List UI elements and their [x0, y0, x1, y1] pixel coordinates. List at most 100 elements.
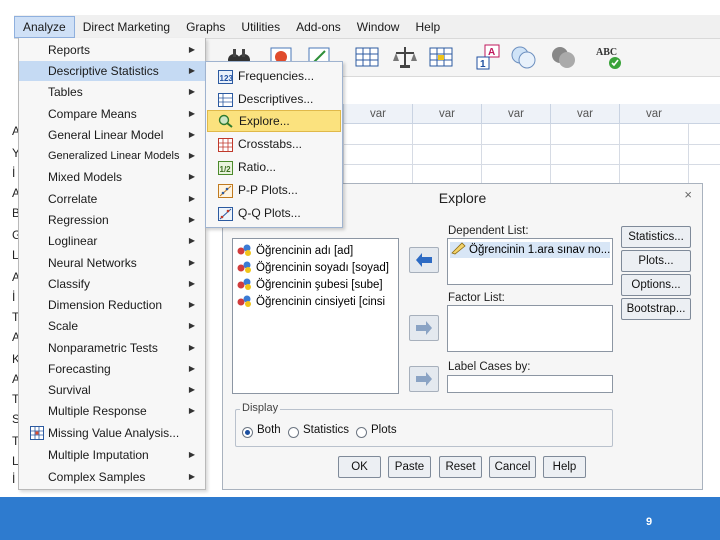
radio-plots-label: Plots: [371, 424, 397, 436]
menu-item-general-linear-model[interactable]: General Linear Model ▶: [19, 125, 205, 145]
menu-item-mixed-models[interactable]: Mixed Models ▶: [19, 167, 205, 187]
menu-item-correlate[interactable]: Correlate ▶: [19, 189, 205, 209]
radio-plots[interactable]: [356, 427, 367, 438]
select-cases-icon[interactable]: [427, 43, 455, 71]
menu-utilities[interactable]: Utilities: [233, 16, 288, 38]
factor-list-box[interactable]: [447, 305, 613, 352]
submenu-item-frequencies[interactable]: 123 Frequencies...: [207, 65, 341, 87]
variable-item[interactable]: Öğrencinin cinsiyeti [cinsi: [237, 294, 385, 310]
menu-help[interactable]: Help: [407, 16, 448, 38]
menu-item-multiple-response[interactable]: Multiple Response ▶: [19, 401, 205, 421]
submenu-arrow-icon: ▶: [188, 321, 195, 330]
menu-item-loglinear[interactable]: Loglinear ▶: [19, 231, 205, 251]
submenu-item-pp-plots[interactable]: P-P Plots...: [207, 179, 341, 201]
submenu-item-qq-plots[interactable]: Q-Q Plots...: [207, 202, 341, 224]
column-var[interactable]: var: [481, 104, 550, 124]
paste-button[interactable]: Paste: [388, 456, 431, 478]
submenu-item-label: Ratio...: [238, 160, 277, 174]
spell-check-icon[interactable]: ABC: [595, 43, 623, 71]
move-to-factor-button[interactable]: [409, 315, 439, 341]
nominal-variable-icon: [237, 277, 253, 290]
menu-item-classify[interactable]: Classify ▶: [19, 274, 205, 294]
menu-window[interactable]: Window: [349, 16, 408, 38]
menu-item-survival[interactable]: Survival ▶: [19, 380, 205, 400]
menu-item-label: Multiple Imputation: [48, 448, 149, 462]
menu-add-ons[interactable]: Add-ons: [288, 16, 349, 38]
menu-item-regression[interactable]: Regression ▶: [19, 210, 205, 230]
column-var[interactable]: var: [619, 104, 688, 124]
menu-item-dimension-reduction[interactable]: Dimension Reduction ▶: [19, 295, 205, 315]
menu-item-label: Multiple Response: [48, 404, 147, 418]
display-group: Display Both Statistics Plots: [235, 402, 613, 447]
menu-item-reports[interactable]: Reports ▶: [19, 40, 205, 60]
menu-item-label: Dimension Reduction: [48, 298, 163, 312]
split-file-icon[interactable]: [353, 43, 381, 71]
menu-graphs[interactable]: Graphs: [178, 16, 233, 38]
move-to-label-cases-button[interactable]: [409, 366, 439, 392]
variable-item[interactable]: Öğrencinin adı [ad]: [237, 243, 353, 259]
cancel-button[interactable]: Cancel: [489, 456, 536, 478]
dependent-item[interactable]: Öğrencinin 1.ara sınav no...: [450, 242, 610, 258]
submenu-item-crosstabs[interactable]: Crosstabs...: [207, 133, 341, 155]
plots-button[interactable]: Plots...: [621, 250, 691, 272]
submenu-arrow-icon: ▶: [188, 45, 195, 54]
submenu-arrow-icon: ▶: [188, 87, 195, 96]
reset-button[interactable]: Reset: [439, 456, 482, 478]
variable-item[interactable]: Öğrencinin soyadı [soyad]: [237, 260, 389, 276]
close-icon[interactable]: ×: [684, 187, 692, 202]
missing-value-icon: [30, 426, 44, 440]
ratio-icon: 1/2: [218, 160, 233, 175]
dependent-list-box[interactable]: Öğrencinin 1.ara sınav no...: [447, 238, 613, 285]
move-to-dependent-button[interactable]: [409, 247, 439, 273]
menu-direct-marketing[interactable]: Direct Marketing: [75, 16, 178, 38]
submenu-item-explore[interactable]: Explore...: [207, 110, 341, 132]
use-variable-sets-icon[interactable]: [509, 43, 537, 71]
menu-item-label: Neural Networks: [48, 256, 137, 270]
radio-statistics[interactable]: [288, 427, 299, 438]
submenu-item-descriptives[interactable]: Descriptives...: [207, 88, 341, 110]
help-button[interactable]: Help: [543, 456, 586, 478]
menu-item-label: Generalized Linear Models: [48, 150, 180, 162]
submenu-arrow-icon: ▶: [188, 300, 195, 309]
submenu-item-label: Crosstabs...: [238, 137, 303, 151]
menu-item-label: Complex Samples: [48, 470, 146, 484]
statistics-button[interactable]: Statistics...: [621, 226, 691, 248]
menu-item-generalized-linear-models[interactable]: Generalized Linear Models ▶: [19, 146, 205, 166]
svg-text:ABC: ABC: [596, 47, 617, 58]
ok-button[interactable]: OK: [338, 456, 381, 478]
column-var[interactable]: var: [343, 104, 412, 124]
menu-item-missing-value-analysis[interactable]: Missing Value Analysis...: [19, 423, 205, 443]
bootstrap-button[interactable]: Bootstrap...: [621, 298, 691, 320]
label-cases-box[interactable]: [447, 375, 613, 393]
dependent-item-label: Öğrencinin 1.ara sınav no...: [469, 244, 610, 256]
grid-divider: [481, 124, 482, 184]
weight-cases-icon[interactable]: [391, 43, 419, 71]
submenu-item-ratio[interactable]: 1/2 Ratio...: [207, 156, 341, 178]
menu-item-nonparametric-tests[interactable]: Nonparametric Tests ▶: [19, 338, 205, 358]
variable-item[interactable]: Öğrencinin şubesi [sube]: [237, 277, 383, 293]
radio-both-label: Both: [257, 424, 281, 436]
menu-item-multiple-imputation[interactable]: Multiple Imputation ▶: [19, 445, 205, 465]
submenu-arrow-icon: ▶: [188, 130, 195, 139]
column-var[interactable]: var: [550, 104, 619, 124]
label-cases-label: Label Cases by:: [448, 361, 531, 373]
menu-item-forecasting[interactable]: Forecasting ▶: [19, 359, 205, 379]
menu-analyze[interactable]: Analyze: [14, 15, 75, 38]
menu-item-neural-networks[interactable]: Neural Networks ▶: [19, 253, 205, 273]
nominal-variable-icon: [237, 243, 253, 256]
value-labels-icon[interactable]: A1: [475, 43, 503, 71]
menu-item-label: Regression: [48, 213, 109, 227]
radio-both[interactable]: [242, 427, 253, 438]
column-var[interactable]: var: [412, 104, 481, 124]
source-variable-list[interactable]: Öğrencinin adı [ad] Öğrencinin soyadı [s…: [232, 238, 399, 394]
show-all-variables-icon[interactable]: [549, 43, 577, 71]
menu-item-descriptive-statistics[interactable]: Descriptive Statistics ▶: [19, 61, 205, 81]
page-number: 9: [646, 516, 653, 528]
menu-item-compare-means[interactable]: Compare Means ▶: [19, 104, 205, 124]
menu-item-scale[interactable]: Scale ▶: [19, 316, 205, 336]
menu-item-complex-samples[interactable]: Complex Samples ▶: [19, 467, 205, 487]
variable-label: Öğrencinin cinsiyeti [cinsi: [256, 296, 386, 308]
svg-text:A: A: [488, 47, 495, 58]
menu-item-tables[interactable]: Tables ▶: [19, 82, 205, 102]
options-button[interactable]: Options...: [621, 274, 691, 296]
